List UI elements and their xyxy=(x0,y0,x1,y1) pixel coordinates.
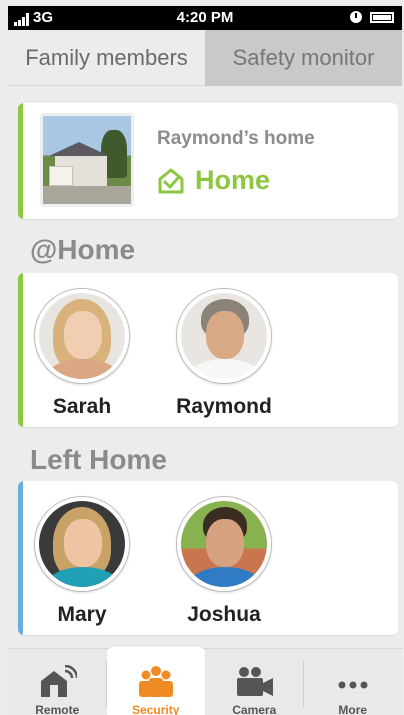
section-title-left-home: Left Home xyxy=(30,444,167,475)
tab-family-members[interactable]: Family members xyxy=(8,30,205,86)
left-home-accent xyxy=(18,481,23,635)
left-home-card: Mary Joshua xyxy=(18,481,398,635)
person-name: Mary xyxy=(57,603,107,626)
at-home-accent xyxy=(18,273,23,427)
nav-security[interactable]: Security xyxy=(106,647,205,715)
avatar xyxy=(35,289,129,383)
avatar xyxy=(35,497,129,591)
nav-label: Security xyxy=(132,703,180,715)
tab-safety-monitor[interactable]: Safety monitor xyxy=(205,30,402,86)
person-raymond[interactable]: Raymond xyxy=(174,289,274,419)
house-photo xyxy=(40,113,134,207)
more-dots-icon xyxy=(338,681,368,689)
person-mary[interactable]: Mary xyxy=(32,497,132,627)
house-wifi-icon xyxy=(41,665,78,697)
person-name: Raymond xyxy=(176,395,272,418)
home-card[interactable]: Raymond’s home Home xyxy=(18,103,398,219)
avatar xyxy=(177,497,271,591)
section-title-at-home: @Home xyxy=(30,234,136,265)
nav-camera[interactable]: Camera xyxy=(205,649,304,715)
home-owner-label: Raymond’s home xyxy=(157,128,315,149)
home-check-icon xyxy=(158,168,184,193)
home-card-accent xyxy=(18,103,23,219)
tab-bar: Family members Safety monitor xyxy=(8,30,402,86)
nav-label: Remote xyxy=(35,703,80,715)
nav-label: More xyxy=(338,703,368,715)
nav-more[interactable]: More xyxy=(304,649,403,715)
status-time: 4:20 PM xyxy=(176,9,234,26)
nav-label: Camera xyxy=(232,703,277,715)
person-sarah[interactable]: Sarah xyxy=(32,289,132,419)
nav-remote[interactable]: Remote xyxy=(8,649,107,715)
camera-icon xyxy=(237,667,274,696)
home-status-label: Home xyxy=(195,165,271,195)
at-home-card: Sarah Raymond xyxy=(18,273,398,427)
avatar xyxy=(177,289,271,383)
person-name: Joshua xyxy=(187,603,261,626)
status-bar: 3G 4:20 PM xyxy=(8,6,402,30)
person-joshua[interactable]: Joshua xyxy=(174,497,274,627)
family-group-icon xyxy=(138,666,173,697)
bottom-nav: Remote Security Camera More xyxy=(8,647,403,715)
home-status: Home xyxy=(157,165,270,196)
battery-icon xyxy=(370,11,394,23)
alarm-clock-icon xyxy=(350,11,362,23)
person-name: Sarah xyxy=(52,395,112,418)
